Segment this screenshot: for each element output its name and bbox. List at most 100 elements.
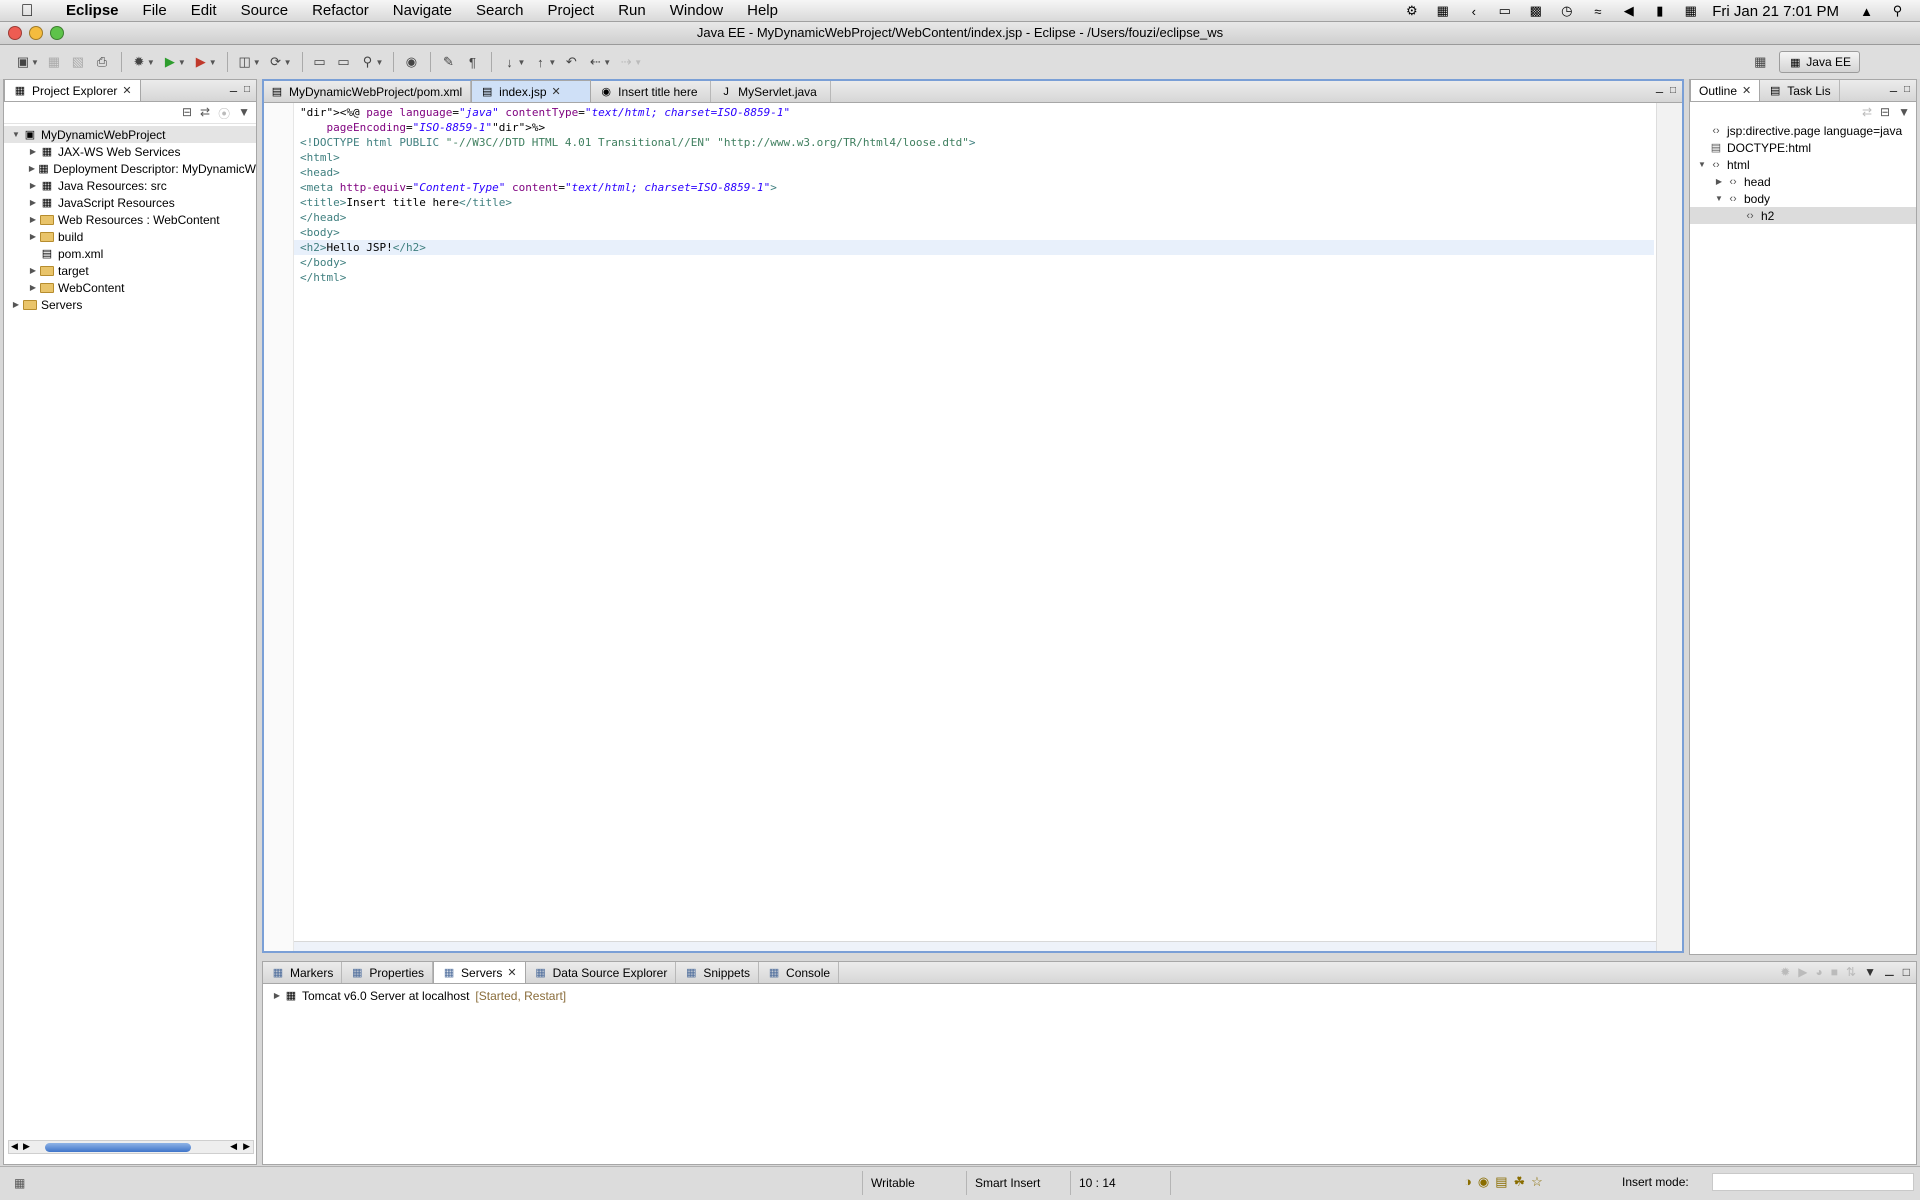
- code-line[interactable]: <h2>Hello JSP!</h2>: [294, 240, 1654, 255]
- publish-server-icon[interactable]: ⇅: [1846, 965, 1856, 979]
- collapsed-arrow-icon[interactable]: ▶: [27, 164, 37, 173]
- overview-ruler[interactable]: [1656, 103, 1682, 951]
- forward-dropdown-icon[interactable]: ▼: [634, 58, 642, 67]
- collapsed-arrow-icon[interactable]: ▶: [27, 198, 39, 207]
- stop-server-icon[interactable]: ■: [1831, 965, 1838, 979]
- tree-item[interactable]: ▶ Servers: [4, 296, 256, 313]
- bottom-tab[interactable]: ▦ Snippets: [676, 962, 760, 983]
- view-menu-dropdown-icon[interactable]: ▼: [1864, 965, 1876, 979]
- status-trim-icon[interactable]: ◑: [1464, 1174, 1472, 1190]
- server-row[interactable]: ▶ ▦ Tomcat v6.0 Server at localhost [Sta…: [263, 987, 1916, 1004]
- close-icon[interactable]: ✕: [507, 966, 516, 979]
- tree-item[interactable]: ▶ build: [4, 228, 256, 245]
- tree-item[interactable]: ▶ Web Resources : WebContent: [4, 211, 256, 228]
- open-web-browser-icon[interactable]: ◉: [400, 51, 422, 73]
- open-perspective-icon[interactable]: ▦: [1749, 51, 1771, 73]
- code-line[interactable]: </head>: [294, 210, 1654, 225]
- minimize-window-button[interactable]: [29, 26, 43, 40]
- menu-navigate[interactable]: Navigate: [381, 0, 464, 22]
- tab-task-list[interactable]: ▤ Task Lis: [1760, 80, 1840, 101]
- tab-outline[interactable]: Outline ✕: [1690, 79, 1761, 101]
- user-icon[interactable]: ▲: [1858, 4, 1875, 19]
- editor-tab[interactable]: ▤ index.jsp ✕: [471, 80, 592, 102]
- external-tools-dropdown-icon[interactable]: ▼: [209, 58, 217, 67]
- insert-mode-field[interactable]: [1712, 1173, 1914, 1191]
- code-line[interactable]: </html>: [294, 270, 1654, 285]
- toggle-mark-occurrences-icon[interactable]: ✎: [437, 51, 459, 73]
- collapsed-arrow-icon[interactable]: ▶: [27, 181, 39, 190]
- outline-item[interactable]: ‹› h2: [1690, 207, 1916, 224]
- minimize-icon[interactable]: ⚊: [229, 84, 238, 95]
- close-icon[interactable]: ✕: [1742, 84, 1751, 97]
- code-line[interactable]: "dir"><%@ page language="java" contentTy…: [294, 105, 1654, 120]
- code-line[interactable]: <html>: [294, 150, 1654, 165]
- time-machine-icon[interactable]: ◷: [1558, 3, 1575, 19]
- maximize-icon[interactable]: □: [244, 84, 250, 95]
- bottom-tab[interactable]: ▦ Console: [759, 962, 840, 983]
- editor-tab[interactable]: J MyServlet.java: [711, 81, 832, 102]
- save-icon[interactable]: ▦: [43, 51, 65, 73]
- bottom-tab[interactable]: ▦ Markers: [263, 962, 343, 983]
- status-app-icon[interactable]: ⚙: [1403, 3, 1420, 19]
- outline-item[interactable]: ▶ ‹› head: [1690, 173, 1916, 190]
- close-icon[interactable]: ✕: [122, 84, 131, 97]
- tree-item[interactable]: ▼ ▣ MyDynamicWebProject: [4, 126, 256, 143]
- editor-tab[interactable]: ◉ Insert title here: [591, 81, 712, 102]
- menu-search[interactable]: Search: [464, 0, 536, 22]
- code-line[interactable]: <meta http-equiv="Content-Type" content=…: [294, 180, 1654, 195]
- outline-item[interactable]: ▤ DOCTYPE:html: [1690, 139, 1916, 156]
- close-window-button[interactable]: [8, 26, 22, 40]
- collapsed-arrow-icon[interactable]: ▶: [27, 215, 39, 224]
- code-line[interactable]: <title>Insert title here</title>: [294, 195, 1654, 210]
- fast-view-icon[interactable]: ▦: [14, 1176, 25, 1190]
- debug-dropdown-icon[interactable]: ▼: [147, 58, 155, 67]
- menu-run[interactable]: Run: [606, 0, 658, 22]
- java-ee-perspective-button[interactable]: ▦ Java EE: [1779, 51, 1860, 73]
- view-menu-dropdown-icon[interactable]: ▼: [238, 105, 250, 122]
- expanded-arrow-icon[interactable]: ▼: [1713, 194, 1725, 203]
- screen-icon[interactable]: ▩: [1527, 3, 1544, 19]
- outline-item[interactable]: ▼ ‹› body: [1690, 190, 1916, 207]
- tree-item[interactable]: ▤ pom.xml: [4, 245, 256, 262]
- start-server-icon[interactable]: ▶: [1798, 965, 1807, 979]
- zoom-window-button[interactable]: [50, 26, 64, 40]
- close-icon[interactable]: ✕: [552, 85, 561, 98]
- collapsed-arrow-icon[interactable]: ▶: [10, 300, 22, 309]
- tree-item[interactable]: ▶ target: [4, 262, 256, 279]
- tree-item[interactable]: ▶ WebContent: [4, 279, 256, 296]
- spotlight-search-icon[interactable]: ⚲: [1889, 3, 1906, 19]
- link-with-editor-icon[interactable]: ⇄: [1862, 105, 1872, 119]
- scroll-right-icon[interactable]: ▶: [243, 1141, 250, 1152]
- minimize-icon[interactable]: ⚊: [1655, 85, 1664, 96]
- previous-annotation-dropdown-icon[interactable]: ▼: [548, 58, 556, 67]
- menu-edit[interactable]: Edit: [179, 0, 229, 22]
- debug-server-icon[interactable]: ✹: [1780, 965, 1790, 979]
- code-line[interactable]: </body>: [294, 255, 1654, 270]
- minimize-icon[interactable]: ⚊: [1884, 965, 1895, 979]
- show-whitespace-icon[interactable]: ¶: [461, 51, 483, 73]
- status-trim-icon[interactable]: ◉: [1478, 1174, 1489, 1190]
- collapsed-arrow-icon[interactable]: ▶: [27, 266, 39, 275]
- menu-file[interactable]: File: [131, 0, 179, 22]
- collapsed-arrow-icon[interactable]: ▶: [27, 283, 39, 292]
- scrollbar-thumb[interactable]: [45, 1143, 191, 1152]
- expand-icon[interactable]: ▶: [271, 991, 283, 1000]
- calendar-icon[interactable]: ▦: [1682, 3, 1699, 19]
- editor-horizontal-scrollbar[interactable]: [294, 941, 1656, 951]
- status-trim-icon[interactable]: ☘: [1514, 1174, 1526, 1190]
- horizontal-scrollbar[interactable]: ◀ ▶ ◀ ▶: [8, 1140, 254, 1154]
- new-server-dropdown-icon[interactable]: ▼: [253, 58, 261, 67]
- expanded-arrow-icon[interactable]: ▼: [1696, 160, 1708, 169]
- new-dropdown-icon[interactable]: ▼: [31, 58, 39, 67]
- tree-item[interactable]: ▶ ▦ Deployment Descriptor: MyDynamicW: [4, 160, 256, 177]
- back-dropdown-icon[interactable]: ▼: [603, 58, 611, 67]
- maximize-icon[interactable]: □: [1670, 85, 1676, 96]
- wifi-icon[interactable]: ≈: [1589, 4, 1606, 19]
- last-edit-location-icon[interactable]: ↶: [560, 51, 582, 73]
- outline-item[interactable]: ▼ ‹› html: [1690, 156, 1916, 173]
- view-menu-dropdown-icon[interactable]: ▼: [1898, 105, 1910, 119]
- scroll-left-icon[interactable]: ◀: [11, 1141, 18, 1152]
- status-trim-icon[interactable]: ☆: [1531, 1174, 1543, 1190]
- next-annotation-dropdown-icon[interactable]: ▼: [517, 58, 525, 67]
- profile-server-icon[interactable]: ◕: [1816, 965, 1823, 979]
